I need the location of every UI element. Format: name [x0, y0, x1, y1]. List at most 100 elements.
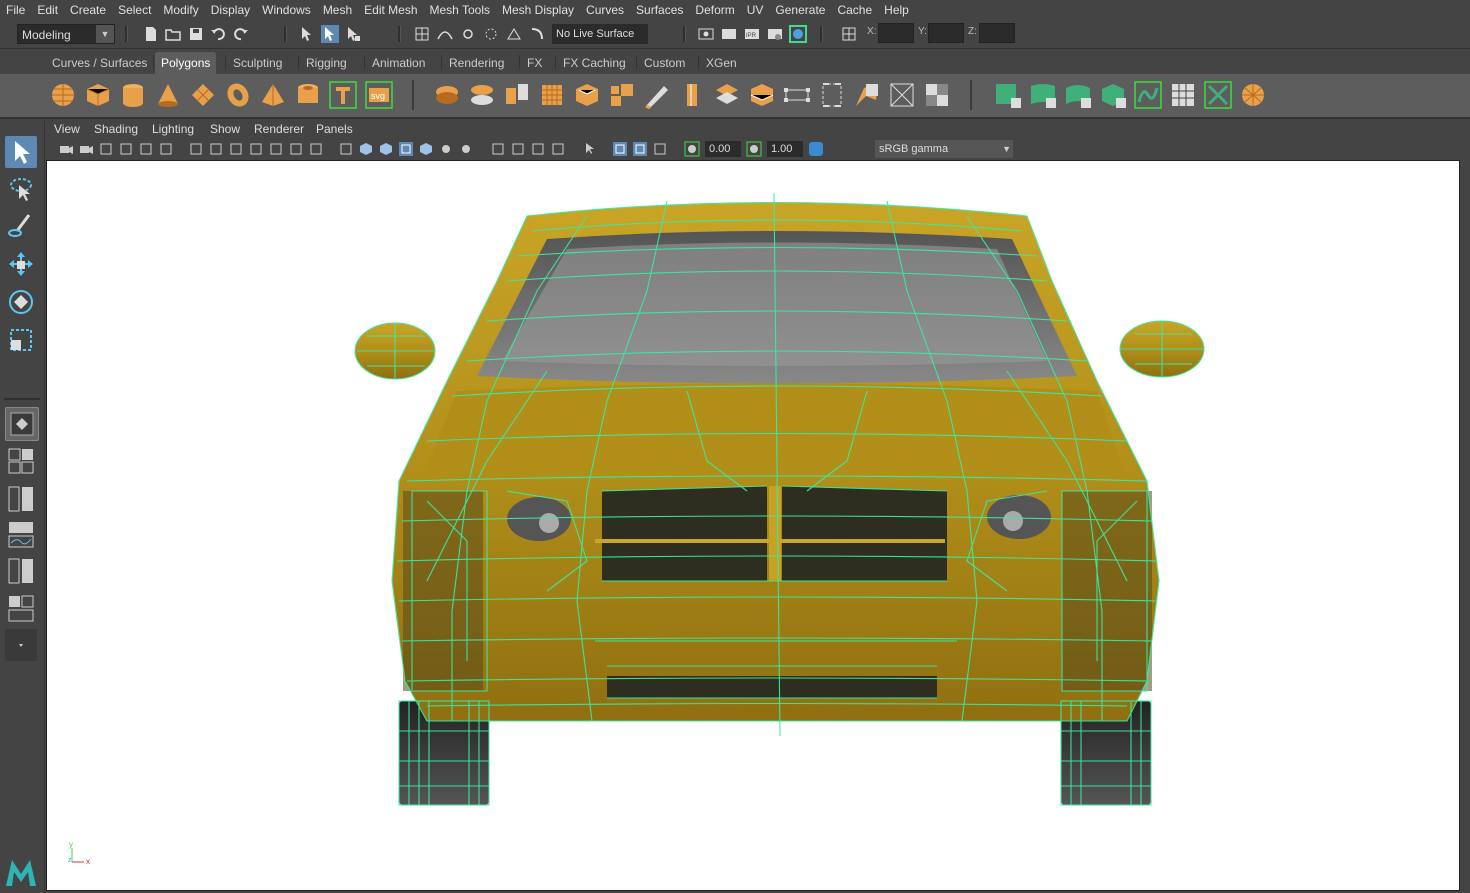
- undo-icon[interactable]: [209, 25, 227, 43]
- textured-icon[interactable]: [418, 141, 434, 157]
- four-pane-layout-icon[interactable]: [5, 445, 37, 477]
- bookmark-icon[interactable]: [98, 141, 114, 157]
- shelf-tab-rendering[interactable]: Rendering: [443, 52, 510, 74]
- menu-deform[interactable]: Deform: [689, 0, 740, 21]
- wireframe-icon[interactable]: [338, 141, 354, 157]
- menu-mesh-tools[interactable]: Mesh Tools: [424, 0, 496, 21]
- render-frame-icon[interactable]: [720, 25, 738, 43]
- auto-uv-icon[interactable]: [1028, 80, 1058, 110]
- transform-mode-icon[interactable]: [840, 25, 858, 43]
- depth-of-field-icon[interactable]: [550, 141, 566, 157]
- hypershade-layout-icon[interactable]: [5, 555, 37, 587]
- combine-icon[interactable]: [432, 80, 462, 110]
- image-plane-icon[interactable]: [118, 141, 134, 157]
- toolbox-more-icon[interactable]: [5, 629, 37, 661]
- resolution-gate-icon[interactable]: [228, 141, 244, 157]
- poly-pipe-icon[interactable]: [293, 80, 323, 110]
- poly-plane-icon[interactable]: [188, 80, 218, 110]
- graph-editor-layout-icon[interactable]: [5, 519, 37, 551]
- 2d-pan-zoom-icon[interactable]: [138, 141, 154, 157]
- menu-surfaces[interactable]: Surfaces: [630, 0, 689, 21]
- new-scene-icon[interactable]: [142, 25, 160, 43]
- x-coord-field[interactable]: [878, 23, 914, 43]
- isolate-select-icon[interactable]: [582, 141, 598, 157]
- outliner-layout-icon[interactable]: [5, 483, 37, 515]
- safe-title-icon[interactable]: [308, 141, 324, 157]
- poly-cube-icon[interactable]: [83, 80, 113, 110]
- select-component-icon[interactable]: [344, 25, 362, 43]
- shelf-tab-fx[interactable]: FX: [521, 52, 548, 74]
- rotate-tool-icon[interactable]: [5, 286, 37, 318]
- paint-select-tool-icon[interactable]: [5, 211, 37, 243]
- multicut-icon[interactable]: [677, 80, 707, 110]
- fill-hole-icon[interactable]: [817, 80, 847, 110]
- default-material-icon[interactable]: [378, 141, 394, 157]
- poly-torus-icon[interactable]: [223, 80, 253, 110]
- planar-uv-icon[interactable]: [993, 80, 1023, 110]
- gamma-icon[interactable]: [746, 141, 762, 157]
- panel-menu-view[interactable]: View: [54, 122, 80, 136]
- smooth-icon[interactable]: [537, 80, 567, 110]
- xray-joints-icon[interactable]: [652, 141, 668, 157]
- menu-cache[interactable]: Cache: [831, 0, 878, 21]
- menu-mesh[interactable]: Mesh: [317, 0, 358, 21]
- panel-menu-shading[interactable]: Shading: [94, 122, 138, 136]
- shelf-tab-fx-caching[interactable]: FX Caching: [557, 52, 632, 74]
- shelf-tab-sculpting[interactable]: Sculpting: [227, 52, 288, 74]
- svg-icon[interactable]: svg: [364, 80, 394, 110]
- menu-generate[interactable]: Generate: [769, 0, 831, 21]
- use-lights-icon[interactable]: [438, 141, 454, 157]
- gamma-field[interactable]: 1.00: [767, 141, 803, 157]
- mirror-icon[interactable]: [922, 80, 952, 110]
- menu-help[interactable]: Help: [878, 0, 915, 21]
- scale-tool-icon[interactable]: [5, 324, 37, 356]
- safe-action-icon[interactable]: [288, 141, 304, 157]
- select-camera-icon[interactable]: [58, 141, 74, 157]
- shadows-icon[interactable]: [458, 141, 474, 157]
- lasso-tool-icon[interactable]: [5, 173, 37, 205]
- poly-cone-icon[interactable]: [153, 80, 183, 110]
- snap-view-plane-icon[interactable]: [482, 25, 500, 43]
- separate-icon[interactable]: [467, 80, 497, 110]
- shelf-tab-animation[interactable]: Animation: [366, 52, 431, 74]
- menu-select[interactable]: Select: [112, 0, 157, 21]
- panel-menu-panels[interactable]: Panels: [316, 122, 353, 136]
- menu-uv[interactable]: UV: [741, 0, 770, 21]
- color-space-dropdown[interactable]: sRGB gamma ▼: [875, 140, 1013, 158]
- poly-cylinder-icon[interactable]: [118, 80, 148, 110]
- lock-camera-icon[interactable]: [78, 141, 94, 157]
- grease-pencil-icon[interactable]: [158, 141, 174, 157]
- select-hierarchy-icon[interactable]: [298, 25, 316, 43]
- bevel-icon[interactable]: [572, 80, 602, 110]
- menu-set-selector[interactable]: Modeling ▼: [17, 24, 115, 44]
- snap-grid-icon[interactable]: [413, 25, 431, 43]
- multisample-aa-icon[interactable]: [530, 141, 546, 157]
- save-scene-icon[interactable]: [187, 25, 205, 43]
- shelf-tab-polygons[interactable]: Polygons: [155, 52, 217, 74]
- menu-edit-mesh[interactable]: Edit Mesh: [358, 0, 423, 21]
- render-settings-icon[interactable]: [766, 25, 784, 43]
- ipr-render-icon[interactable]: IPR: [743, 25, 761, 43]
- exposure-icon[interactable]: [684, 141, 700, 157]
- motion-blur-icon[interactable]: [510, 141, 526, 157]
- xray-active-icon[interactable]: [632, 141, 648, 157]
- panel-menu-renderer[interactable]: Renderer: [254, 122, 304, 136]
- menu-modify[interactable]: Modify: [157, 0, 204, 21]
- panel-menu-show[interactable]: Show: [210, 122, 240, 136]
- redo-icon[interactable]: [232, 25, 250, 43]
- field-chart-icon[interactable]: [268, 141, 284, 157]
- select-object-icon[interactable]: [321, 25, 339, 43]
- y-coord-field[interactable]: [928, 23, 964, 43]
- menu-file[interactable]: File: [0, 0, 31, 21]
- menu-display[interactable]: Display: [205, 0, 256, 21]
- wireframe-on-shaded-icon[interactable]: [398, 141, 414, 157]
- color-management-icon[interactable]: [808, 141, 824, 157]
- bridge-icon[interactable]: [607, 80, 637, 110]
- single-pane-layout-icon[interactable]: [5, 407, 39, 441]
- unfold-icon[interactable]: [1133, 80, 1163, 110]
- shelf-tab-curves-surfaces[interactable]: Curves / Surfaces: [46, 52, 153, 74]
- screen-space-ao-icon[interactable]: [490, 141, 506, 157]
- type-icon[interactable]: [328, 80, 358, 110]
- extract-icon[interactable]: [502, 80, 532, 110]
- menu-create[interactable]: Create: [64, 0, 112, 21]
